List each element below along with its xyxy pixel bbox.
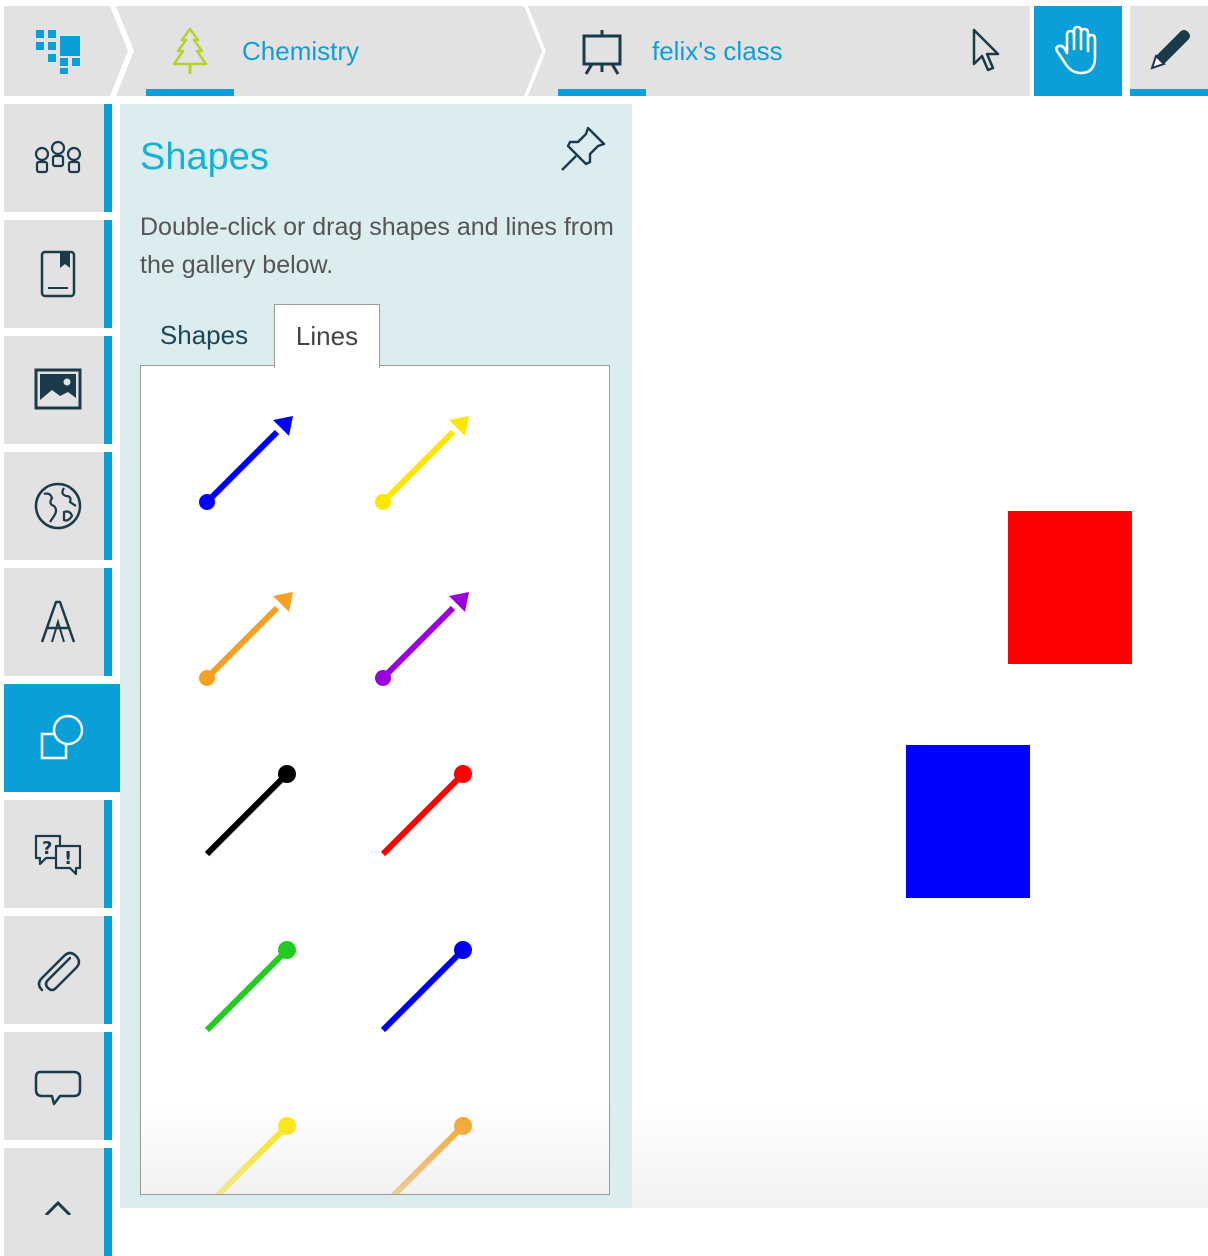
pen-tool-button[interactable]	[1130, 6, 1208, 96]
shapes-panel: Shapes Double-click or drag shapes and l…	[120, 104, 632, 1208]
sidebar-item-questions[interactable]: ? !	[4, 800, 112, 908]
sidebar-item-book[interactable]	[4, 220, 112, 328]
line-option[interactable]	[380, 941, 472, 1033]
line-option[interactable]	[204, 765, 296, 857]
sidebar-item-attachments[interactable]	[4, 916, 112, 1024]
line-option[interactable]	[380, 765, 472, 857]
shapes-icon	[40, 714, 84, 760]
panel-title: Shapes	[140, 136, 269, 178]
app-logo-button[interactable]	[4, 6, 128, 96]
text-icon	[40, 600, 76, 643]
line-option[interactable]	[204, 941, 296, 1033]
svg-text:?: ?	[42, 838, 52, 859]
class-label: felix's class	[652, 36, 783, 66]
sidebar-item-image[interactable]	[4, 336, 112, 444]
speech-bubble-icon	[34, 1070, 82, 1106]
globe-icon	[34, 482, 82, 530]
sidebar-item-globe[interactable]	[4, 452, 112, 560]
question-answer-icon: ? !	[34, 834, 82, 876]
sidebar-item-shapes[interactable]	[4, 684, 120, 792]
arrow-line-option[interactable]	[375, 416, 469, 510]
line-option[interactable]	[207, 1117, 296, 1194]
canvas-fade	[632, 1108, 1208, 1208]
pan-tool-button[interactable]	[1034, 6, 1122, 96]
sidebar-item-text[interactable]	[4, 568, 112, 676]
pen-underline	[1130, 89, 1208, 96]
easel-icon	[580, 28, 624, 76]
line-option[interactable]	[383, 1117, 472, 1194]
panel-description: Double-click or drag shapes and lines fr…	[140, 213, 614, 279]
paperclip-icon	[37, 951, 81, 992]
top-bar: Chemistry felix's class	[0, 0, 1208, 96]
class-underline	[558, 89, 646, 96]
hand-icon	[1055, 25, 1097, 75]
canvas-rectangle-red[interactable]	[1008, 511, 1132, 664]
arrow-line-option[interactable]	[375, 592, 469, 686]
people-icon	[34, 140, 82, 174]
breadcrumb-subject[interactable]: Chemistry	[116, 6, 542, 96]
subject-label: Chemistry	[242, 36, 360, 66]
arrow-line-option[interactable]	[199, 592, 293, 686]
tab-lines[interactable]: Lines	[274, 304, 380, 368]
sidebar-item-comments[interactable]	[4, 1032, 112, 1140]
pointer-icon	[972, 28, 1000, 72]
lines-gallery	[140, 365, 610, 1195]
bookmark-book-icon	[40, 250, 76, 298]
pin-icon[interactable]	[558, 122, 610, 174]
tree-icon	[166, 26, 214, 78]
image-icon	[34, 368, 82, 410]
sidebar-item-more[interactable]	[4, 1148, 112, 1256]
tab-shapes[interactable]: Shapes	[140, 304, 268, 366]
select-tool-button[interactable]	[942, 6, 1030, 96]
chevron-up-icon	[44, 1200, 72, 1215]
svg-text:!: !	[64, 848, 72, 869]
canvas-rectangle-blue[interactable]	[906, 745, 1030, 898]
subject-underline	[146, 89, 234, 96]
sidebar-item-people[interactable]	[4, 104, 112, 212]
pen-icon	[1150, 30, 1190, 70]
breadcrumb-class[interactable]: felix's class	[528, 6, 968, 96]
arrow-line-option[interactable]	[199, 416, 293, 510]
logo-icon	[32, 28, 84, 76]
